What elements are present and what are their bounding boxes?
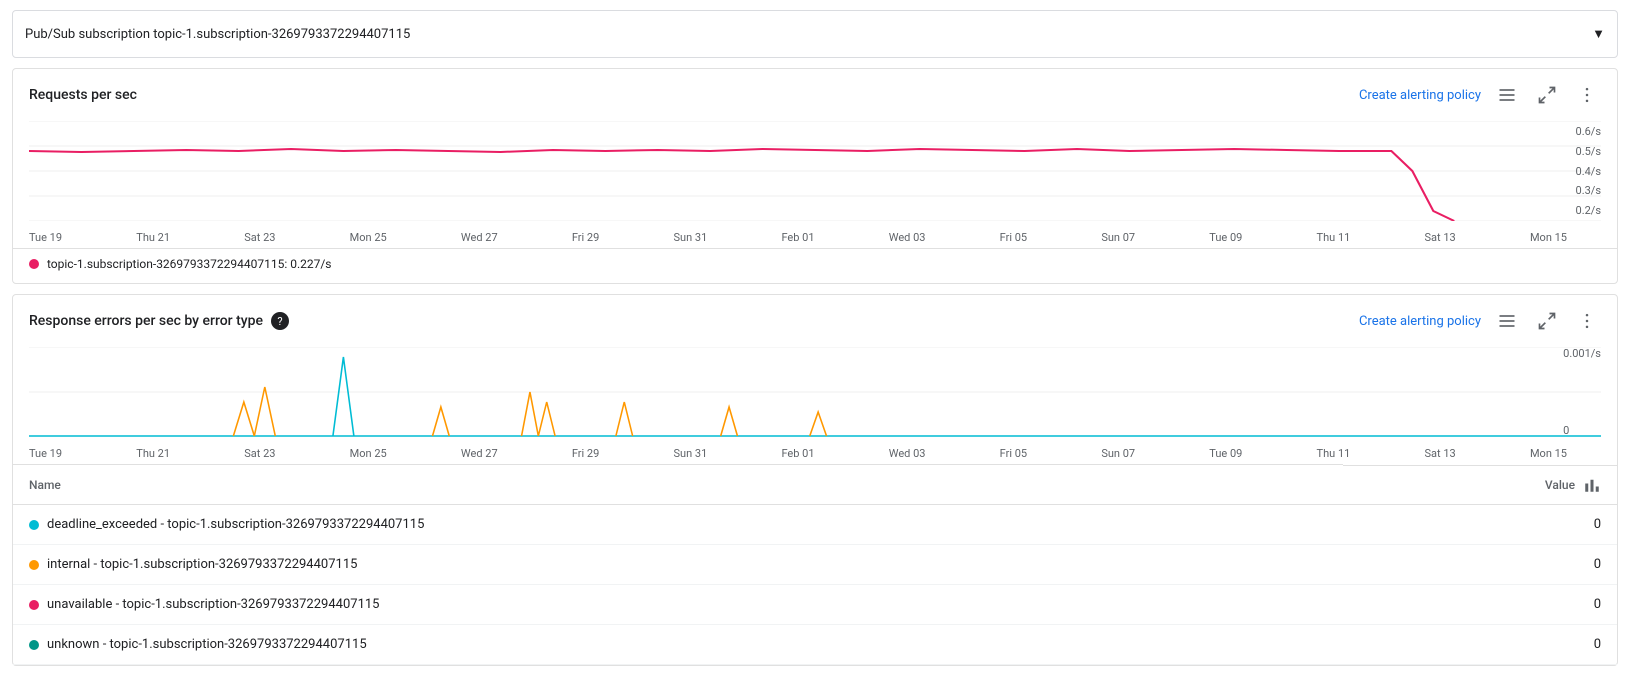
dropdown-label: Pub/Sub subscription topic-1.subscriptio… bbox=[25, 27, 410, 42]
table-row: deadline_exceeded - topic-1.subscription… bbox=[13, 505, 1617, 545]
chart1-actions: Create alerting policy bbox=[1359, 81, 1601, 109]
col-value-header: Value bbox=[1343, 465, 1617, 505]
chart2-y-axis: 0.001/s 0 bbox=[1563, 347, 1601, 437]
table-row: unavailable - topic-1.subscription-32697… bbox=[13, 585, 1617, 625]
chart1-fullscreen-btn[interactable] bbox=[1533, 81, 1561, 109]
row-color-dot bbox=[29, 560, 39, 570]
chart2-more-btn[interactable] bbox=[1573, 307, 1601, 335]
chart2-y-bottom: 0 bbox=[1563, 424, 1601, 437]
chart2-fullscreen-btn[interactable] bbox=[1533, 307, 1561, 335]
chart1-y-axis: 0.6/s 0.5/s 0.4/s 0.3/s 0.2/s bbox=[1576, 121, 1601, 221]
row-value-cell: 0 bbox=[1343, 585, 1617, 625]
chart1-header: Requests per sec Create alerting policy bbox=[13, 69, 1617, 117]
chart2-svg bbox=[29, 347, 1601, 437]
row-name-cell: unknown - topic-1.subscription-326979337… bbox=[13, 625, 1343, 665]
subscription-dropdown[interactable]: Pub/Sub subscription topic-1.subscriptio… bbox=[12, 10, 1618, 58]
row-label: unknown - topic-1.subscription-326979337… bbox=[47, 637, 367, 652]
row-color-dot bbox=[29, 600, 39, 610]
chart1-x-axis: Tue 19 Thu 21 Sat 23 Mon 25 Wed 27 Fri 2… bbox=[13, 229, 1617, 248]
chart2-wrapper: 0.001/s 0 bbox=[13, 343, 1617, 445]
chart1-title: Requests per sec bbox=[29, 87, 137, 103]
row-color-dot bbox=[29, 520, 39, 530]
row-color-dot bbox=[29, 640, 39, 650]
help-icon[interactable]: ? bbox=[271, 312, 289, 330]
chart2-x-axis: Tue 19 Thu 21 Sat 23 Mon 25 Wed 27 Fri 2… bbox=[13, 445, 1617, 464]
chart2-header: Response errors per sec by error type ? … bbox=[13, 295, 1617, 343]
row-value-cell: 0 bbox=[1343, 505, 1617, 545]
chart2-create-alert-link[interactable]: Create alerting policy bbox=[1359, 314, 1481, 329]
column-chart-icon bbox=[1583, 476, 1601, 494]
row-label: deadline_exceeded - topic-1.subscription… bbox=[47, 517, 424, 532]
table-row: unknown - topic-1.subscription-326979337… bbox=[13, 625, 1617, 665]
chart2-area bbox=[13, 343, 1617, 445]
chart1-more-btn[interactable] bbox=[1573, 81, 1601, 109]
row-value-cell: 0 bbox=[1343, 625, 1617, 665]
chart1-legend-label: topic-1.subscription-3269793372294407115… bbox=[47, 257, 332, 271]
col-name-header: Name bbox=[13, 465, 1343, 505]
row-label: unavailable - topic-1.subscription-32697… bbox=[47, 597, 380, 612]
row-value-cell: 0 bbox=[1343, 545, 1617, 585]
row-name-cell: deadline_exceeded - topic-1.subscription… bbox=[13, 505, 1343, 545]
chart1-legend: topic-1.subscription-3269793372294407115… bbox=[13, 248, 1617, 283]
chart1-area bbox=[13, 117, 1617, 229]
chart2-y-top: 0.001/s bbox=[1563, 347, 1601, 360]
legend-dot-1 bbox=[29, 259, 39, 269]
chart2-title: Response errors per sec by error type bbox=[29, 313, 263, 329]
response-errors-panel: Response errors per sec by error type ? … bbox=[12, 294, 1618, 666]
requests-per-sec-panel: Requests per sec Create alerting policy bbox=[12, 68, 1618, 284]
row-name-cell: internal - topic-1.subscription-32697933… bbox=[13, 545, 1343, 585]
chart2-actions: Create alerting policy bbox=[1359, 307, 1601, 335]
chart1-legend-btn[interactable] bbox=[1493, 81, 1521, 109]
row-label: internal - topic-1.subscription-32697933… bbox=[47, 557, 357, 572]
chart1-svg bbox=[29, 121, 1601, 221]
chevron-down-icon: ▼ bbox=[1592, 26, 1605, 42]
table-row: internal - topic-1.subscription-32697933… bbox=[13, 545, 1617, 585]
chart2-legend-btn[interactable] bbox=[1493, 307, 1521, 335]
row-name-cell: unavailable - topic-1.subscription-32697… bbox=[13, 585, 1343, 625]
chart1-create-alert-link[interactable]: Create alerting policy bbox=[1359, 88, 1481, 103]
error-table: Name Value deadline_exceeded - topic-1.s… bbox=[13, 464, 1617, 665]
chart1-wrapper: 0.6/s 0.5/s 0.4/s 0.3/s 0.2/s bbox=[13, 117, 1617, 229]
